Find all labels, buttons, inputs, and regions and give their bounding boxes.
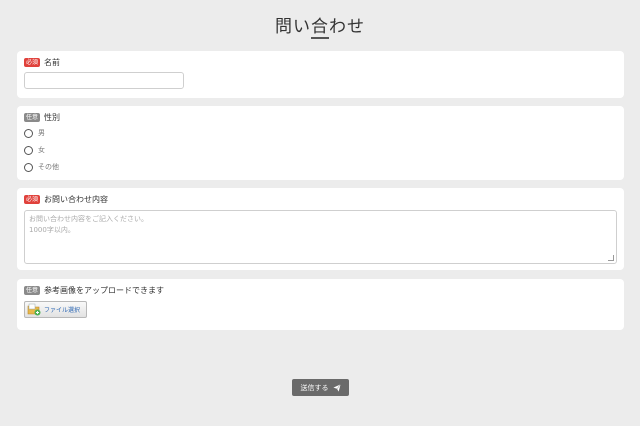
submit-label: 送信する xyxy=(300,383,329,392)
optional-badge: 任意 xyxy=(24,113,41,122)
radio-button[interactable] xyxy=(24,145,33,155)
name-input[interactable] xyxy=(24,72,184,89)
file-select-button[interactable]: ファイル選択 xyxy=(24,301,87,318)
gender-option-other[interactable]: その他 xyxy=(24,162,59,172)
radio-label: 女 xyxy=(38,146,45,154)
image-label: 参考画像をアップロードできます xyxy=(44,286,165,295)
title-underline xyxy=(311,37,329,39)
required-badge: 必須 xyxy=(24,58,41,67)
message-section: 必須 お問い合わせ内容 お問い合わせ内容をご記入ください。 1000字以内。 xyxy=(17,188,624,270)
radio-button[interactable] xyxy=(24,162,33,172)
paper-plane-icon xyxy=(332,383,341,392)
radio-label: その他 xyxy=(38,163,59,171)
folder-add-icon xyxy=(27,303,41,316)
message-label: お問い合わせ内容 xyxy=(44,195,109,204)
name-label-row: 必須 名前 xyxy=(24,57,60,68)
gender-label-row: 任意 性別 xyxy=(24,112,60,123)
gender-option-female[interactable]: 女 xyxy=(24,145,45,155)
required-badge: 必須 xyxy=(24,195,41,204)
resize-handle[interactable] xyxy=(608,255,614,261)
image-upload-section: 任意 参考画像をアップロードできます ファイル選択 xyxy=(17,279,624,330)
message-placeholder-line-1: お問い合わせ内容をご記入ください。 xyxy=(29,215,148,223)
optional-badge: 任意 xyxy=(24,286,41,295)
name-label: 名前 xyxy=(44,58,61,67)
message-label-row: 必須 お問い合わせ内容 xyxy=(24,194,108,205)
gender-section: 任意 性別 男 女 その他 xyxy=(17,106,624,180)
name-section: 必須 名前 xyxy=(17,51,624,98)
submit-button[interactable]: 送信する xyxy=(292,379,349,396)
file-select-label: ファイル選択 xyxy=(44,307,81,314)
gender-option-male[interactable]: 男 xyxy=(24,128,45,138)
radio-label: 男 xyxy=(38,129,45,137)
message-placeholder-line-2: 1000字以内。 xyxy=(29,226,75,234)
message-textarea[interactable]: お問い合わせ内容をご記入ください。 1000字以内。 xyxy=(24,210,617,264)
image-label-row: 任意 参考画像をアップロードできます xyxy=(24,285,164,296)
radio-button[interactable] xyxy=(24,128,33,138)
gender-label: 性別 xyxy=(44,113,61,122)
page-title: 問い合わせ xyxy=(275,17,365,37)
